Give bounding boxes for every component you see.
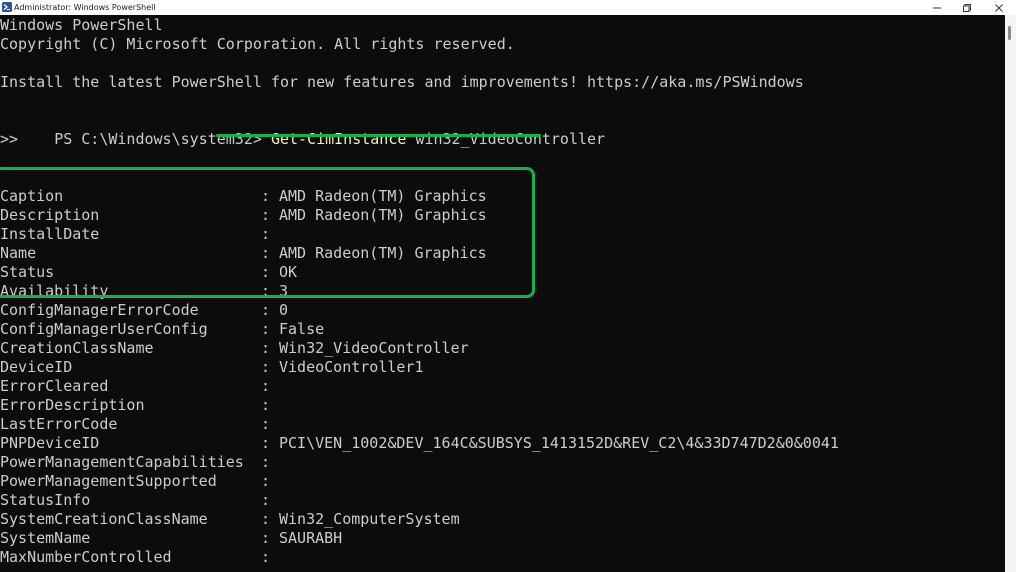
prompt: PS C:\Windows\system32>	[54, 130, 271, 148]
property-value: Win32_VideoController	[279, 339, 469, 357]
command-line: PS C:\Windows\system32> Get-CimInstance …	[0, 111, 605, 148]
property-name: LastErrorCode	[0, 415, 118, 433]
property-separator: :	[261, 263, 271, 281]
property-name: CreationClassName	[0, 339, 154, 357]
property-name: PowerManagementCapabilities	[0, 453, 244, 471]
property-value: SAURABH	[279, 529, 343, 547]
property-separator: :	[261, 244, 271, 262]
property-row: SystemCreationClassName: Win32_ComputerSy…	[0, 510, 1005, 529]
vertical-scrollbar[interactable]	[1005, 15, 1016, 572]
console-line: Copyright (C) Microsoft Corporation. All…	[0, 35, 515, 53]
property-value: VideoController1	[279, 358, 424, 376]
property-row: Availability:3	[0, 282, 1005, 301]
property-separator: :	[261, 491, 271, 509]
property-name: MaxNumberControlled	[0, 548, 172, 566]
powershell-icon	[2, 2, 12, 12]
property-name: PNPDeviceID	[0, 434, 100, 452]
property-name: Caption	[0, 187, 64, 205]
property-separator: :	[261, 225, 271, 243]
property-row: Status: OK	[0, 263, 1005, 282]
property-separator: :	[261, 358, 271, 376]
property-row: PowerManagementSupported:	[0, 472, 1005, 491]
property-row: Name: AMD Radeon(TM) Graphics	[0, 244, 1005, 263]
restore-button[interactable]	[952, 0, 982, 15]
property-separator: :	[261, 396, 271, 414]
property-separator: :	[261, 301, 271, 319]
powershell-window: Administrator: Windows PowerShell Window…	[0, 0, 1016, 572]
property-name: DeviceID	[0, 358, 73, 376]
property-separator: :	[261, 206, 271, 224]
title-bar[interactable]: Administrator: Windows PowerShell	[0, 0, 1016, 15]
property-separator: :	[261, 510, 271, 528]
property-row: PNPDeviceID: PCI\VEN_1002&DEV_164C&SUBSYS…	[0, 434, 1005, 453]
property-separator: :	[261, 377, 271, 395]
property-separator: :	[261, 472, 271, 490]
command-argument: win32_VideoController	[406, 130, 606, 148]
property-name: PowerManagementSupported	[0, 472, 217, 490]
property-value: False	[279, 320, 325, 338]
property-name: ConfigManagerErrorCode	[0, 301, 199, 319]
property-value: AMD Radeon(TM) Graphics	[279, 244, 487, 262]
property-separator: :	[261, 453, 271, 471]
property-row: InstallDate:	[0, 225, 1005, 244]
property-separator: :	[261, 282, 271, 300]
restore-icon	[963, 3, 971, 12]
property-row: Description: AMD Radeon(TM) Graphics	[0, 206, 1005, 225]
property-value: 0	[279, 301, 289, 319]
command-name: Get-CimInstance	[270, 130, 407, 148]
console-output[interactable]: Windows PowerShell Copyright (C) Microso…	[0, 15, 1005, 572]
property-name: Availability	[0, 282, 109, 300]
property-value: 3	[279, 282, 289, 300]
property-row: ErrorDescription:	[0, 396, 1005, 415]
property-name: Name	[0, 244, 37, 262]
property-separator: :	[261, 187, 271, 205]
property-row: Caption: AMD Radeon(TM) Graphics	[0, 187, 1005, 206]
minimize-button[interactable]	[922, 0, 952, 15]
close-icon	[995, 3, 1003, 12]
property-row: DeviceID: VideoController1	[0, 358, 1005, 377]
property-name: Description	[0, 206, 100, 224]
window-title: Administrator: Windows PowerShell	[14, 3, 156, 12]
property-name: InstallDate	[0, 225, 100, 243]
property-name: SystemName	[0, 529, 91, 547]
console-line: Install the latest PowerShell for new fe…	[0, 73, 804, 91]
property-row: StatusInfo:	[0, 491, 1005, 510]
scrollbar-thumb[interactable]	[1008, 26, 1011, 40]
property-separator: :	[261, 339, 271, 357]
property-row: LastErrorCode:	[0, 415, 1005, 434]
property-name: ConfigManagerUserConfig	[0, 320, 208, 338]
property-separator: :	[261, 548, 271, 566]
property-name: ErrorDescription	[0, 396, 145, 414]
property-separator: :	[261, 415, 271, 433]
continuation-prompt: >>	[0, 130, 19, 148]
property-row: MaxNumberControlled:	[0, 548, 1005, 567]
property-value: AMD Radeon(TM) Graphics	[279, 187, 487, 205]
property-separator: :	[261, 529, 271, 547]
property-row: ErrorCleared:	[0, 377, 1005, 396]
property-value: AMD Radeon(TM) Graphics	[279, 206, 487, 224]
property-row: ConfigManagerUserConfig: False	[0, 320, 1005, 339]
property-row: SystemName: SAURABH	[0, 529, 1005, 548]
property-value: OK	[279, 263, 298, 281]
console-line: Windows PowerShell	[0, 16, 163, 34]
command-underline-annotation	[216, 134, 541, 137]
property-separator: :	[261, 434, 271, 452]
property-row: PowerManagementCapabilities:	[0, 453, 1005, 472]
property-row: CreationClassName: Win32_VideoController	[0, 339, 1005, 358]
minimize-icon	[933, 7, 941, 8]
property-name: Status	[0, 263, 55, 281]
property-value: PCI\VEN_1002&DEV_164C&SUBSYS_1413152D&RE…	[279, 434, 839, 452]
property-separator: :	[261, 320, 271, 338]
close-button[interactable]	[984, 0, 1014, 15]
property-value: Win32_ComputerSystem	[279, 510, 460, 528]
property-name: ErrorCleared	[0, 377, 109, 395]
property-row: ConfigManagerErrorCode:0	[0, 301, 1005, 320]
property-name: StatusInfo	[0, 491, 91, 509]
property-name: SystemCreationClassName	[0, 510, 208, 528]
